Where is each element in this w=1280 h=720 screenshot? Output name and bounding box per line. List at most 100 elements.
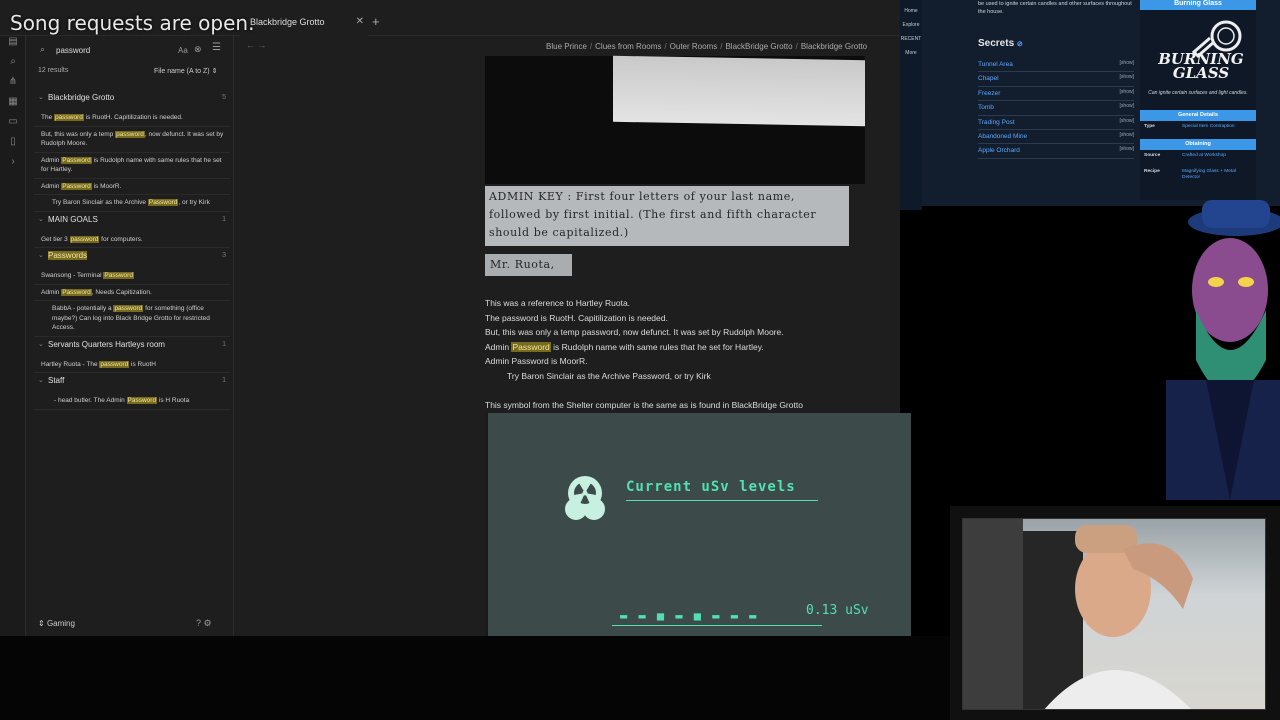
show-toggle[interactable]: [show] xyxy=(1120,118,1134,124)
more-nav[interactable]: More xyxy=(900,50,922,56)
search-highlight: Password xyxy=(511,341,551,352)
show-toggle[interactable]: [show] xyxy=(1120,132,1134,138)
secret-link-row: Apple Orchard [show] xyxy=(978,144,1134,159)
secret-link[interactable]: Freezer xyxy=(978,90,1000,97)
secret-link[interactable]: Chapel xyxy=(978,75,999,82)
breadcrumb-item[interactable]: Blackbridge Grotto xyxy=(801,42,867,51)
tab-blackbridge-grotto[interactable]: Blackbridge Grotto ✕ xyxy=(240,10,368,36)
note-line: Admin Password is Rudolph name with same… xyxy=(485,341,764,352)
type-key: Type xyxy=(1144,124,1155,129)
search-match[interactable]: Get tier 3 password for computers. xyxy=(34,232,230,248)
secret-link[interactable]: Apple Orchard xyxy=(978,147,1020,154)
search-field[interactable]: ⌕ password Aa ⊗ xyxy=(32,42,204,58)
search-match[interactable]: Admin Password is Rudolph name with same… xyxy=(34,153,230,179)
show-toggle[interactable]: [show] xyxy=(1120,103,1134,109)
secret-link[interactable]: Trading Post xyxy=(978,119,1015,126)
calendar-icon[interactable]: ▭ xyxy=(0,116,26,136)
terminal-screen-image: Current uSv levels ▬ ▬ ■ ▬ ■ ▬ ▬ ▬ 0.13 … xyxy=(485,413,911,636)
secret-link-row: Trading Post [show] xyxy=(978,116,1134,130)
pages-icon[interactable]: ▯ xyxy=(0,136,26,156)
search-highlight: password xyxy=(115,130,145,138)
nav-arrows[interactable]: ← → xyxy=(246,40,267,50)
note-line-symbol: This symbol from the Shelter computer is… xyxy=(485,399,803,410)
search-icon[interactable]: ⌕ xyxy=(0,56,26,76)
source-value[interactable]: Crafted at Workshop xyxy=(1182,153,1250,159)
vault-switcher[interactable]: ⇕ Gaming xyxy=(38,619,75,628)
screen-title: Current uSv levels xyxy=(626,479,796,495)
search-settings-icon[interactable]: ☰ xyxy=(212,42,221,53)
search-highlight: Password xyxy=(61,156,92,164)
secrets-heading: Secrets ⊘ xyxy=(978,38,1023,49)
secret-link[interactable]: Tomb xyxy=(978,104,994,111)
recent-nav[interactable]: RECENT xyxy=(900,36,922,42)
search-input[interactable]: password xyxy=(56,46,90,55)
result-group-header[interactable]: ⌄ Staff 1 xyxy=(34,373,230,393)
collapse-icon[interactable]: ⌄ xyxy=(38,340,44,348)
settings-icon[interactable]: ⚙ xyxy=(204,618,212,628)
breadcrumb-item[interactable]: Outer Rooms xyxy=(670,42,718,51)
search-match[interactable]: Admin Password is MoorR. xyxy=(34,179,230,195)
secret-link[interactable]: Tunnel Area xyxy=(978,61,1013,68)
result-group-count: 3 xyxy=(222,252,226,259)
secret-link-row: Chapel [show] xyxy=(978,72,1134,87)
home-nav[interactable]: Home xyxy=(900,8,922,14)
search-highlight: Password xyxy=(147,199,179,206)
result-group-header[interactable]: ⌄ Passwords 3 xyxy=(34,248,230,268)
breadcrumb-item[interactable]: BlackBridge Grotto xyxy=(725,42,792,51)
search-icon: ⌕ xyxy=(40,44,46,54)
result-group-count: 5 xyxy=(222,94,226,101)
collapse-icon[interactable]: ⌄ xyxy=(38,376,44,384)
explore-nav[interactable]: Explore xyxy=(900,22,922,28)
mr-ruota-image: Mr. Ruota, xyxy=(485,254,572,276)
new-tab-icon[interactable]: + xyxy=(372,14,380,29)
recipe-value[interactable]: Magnifying Glass + Metal Detector xyxy=(1182,169,1250,181)
secret-link-row: Tomb [show] xyxy=(978,101,1134,116)
dark-bottom-area xyxy=(0,636,950,720)
search-match[interactable]: Admin Password, Needs Capitization. xyxy=(34,285,230,301)
note-body: This was a reference to Hartley Ruota. Th… xyxy=(485,296,885,412)
collapse-icon[interactable]: ⌄ xyxy=(38,215,44,223)
show-toggle[interactable]: [show] xyxy=(1120,146,1134,152)
canvas-icon[interactable]: ▦ xyxy=(0,96,26,116)
results-count: 12 results xyxy=(38,67,69,74)
secret-link[interactable]: Abandoned Mine xyxy=(978,133,1027,140)
result-group-header[interactable]: ⌄ MAIN GOALS 1 xyxy=(34,212,230,232)
result-group-count: 1 xyxy=(222,340,226,348)
breadcrumb-item[interactable]: Blue Prince xyxy=(546,42,587,51)
left-ribbon: ▤ ⌕ ⋔ ▦ ▭ ▯ › xyxy=(0,36,26,636)
show-toggle[interactable]: [show] xyxy=(1120,74,1134,80)
show-toggle[interactable]: [show] xyxy=(1120,60,1134,66)
general-details-heading: General Details xyxy=(1140,110,1256,121)
collapse-icon[interactable]: ⌄ xyxy=(38,93,44,101)
search-match[interactable]: Swansong - Terminal Password xyxy=(34,268,230,285)
infobox-title: Burning Glass xyxy=(1140,0,1256,10)
admin-key-image: ADMIN KEY : First four letters of your l… xyxy=(485,186,849,246)
collapse-icon[interactable]: ⌄ xyxy=(38,251,44,259)
close-icon[interactable]: ✕ xyxy=(356,16,364,27)
graph-icon[interactable]: ⋔ xyxy=(0,76,26,96)
sort-select[interactable]: File name (A to Z) ⇕ xyxy=(154,67,217,75)
search-match[interactable]: BabbA - potentially a password for somet… xyxy=(34,301,230,337)
search-match[interactable]: Try Baron Sinclair as the Archive Passwo… xyxy=(34,195,230,212)
screen-value: 0.13 uSv xyxy=(806,603,869,618)
vault-name: Gaming xyxy=(46,619,75,628)
help-icon[interactable]: ? xyxy=(196,618,201,628)
files-icon[interactable]: ▤ xyxy=(0,36,26,56)
type-value[interactable]: Special Item Contraption xyxy=(1182,124,1250,130)
search-match[interactable]: The password is RuotH. Capitilization is… xyxy=(34,110,230,127)
result-group-header[interactable]: ⌄ Blackbridge Grotto 5 xyxy=(34,90,230,110)
terminal-icon[interactable]: › xyxy=(0,156,26,176)
sort-label: File name (A to Z) xyxy=(154,68,210,75)
result-group-title: MAIN GOALS xyxy=(48,214,98,224)
screen: Blackbridge Grotto ✕ + ▤ ⌕ ⋔ ▦ ▭ ▯ › ⌕ p… xyxy=(0,0,1280,720)
result-group-header[interactable]: ⌄ Servants Quarters Hartleys room 1 xyxy=(34,337,230,357)
search-match[interactable]: Hartley Ruota - The password is RuotH xyxy=(34,357,230,373)
show-toggle[interactable]: [show] xyxy=(1120,89,1134,95)
search-match[interactable]: - head butler. The Admin Password is H R… xyxy=(34,393,230,410)
clear-search-icon[interactable]: ⊗ xyxy=(194,44,202,55)
match-case-toggle[interactable]: Aa xyxy=(178,46,188,55)
search-match[interactable]: But, this was only a temp password, now … xyxy=(34,127,230,153)
result-group-title: Passwords xyxy=(48,251,88,260)
logo-text: BURNING GLASS xyxy=(1158,50,1244,82)
breadcrumb-item[interactable]: Clues from Rooms xyxy=(595,42,661,51)
